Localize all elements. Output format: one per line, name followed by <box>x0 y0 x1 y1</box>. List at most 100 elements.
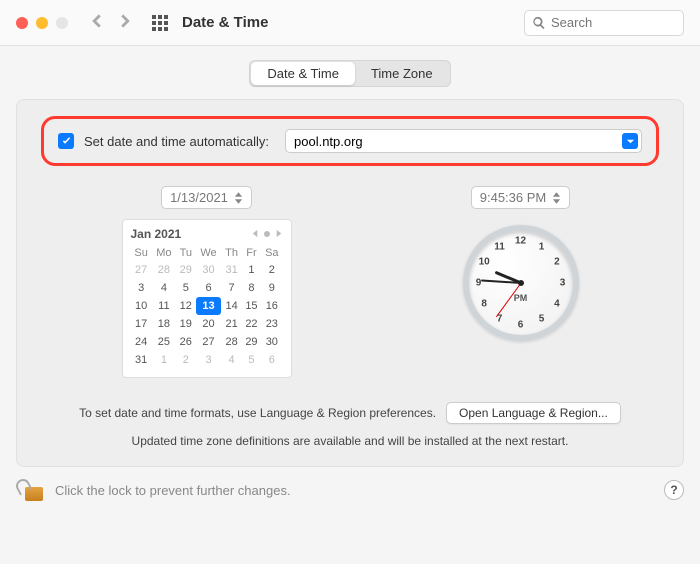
lang-text: To set date and time formats, use Langua… <box>79 406 436 420</box>
clock-numeral: 2 <box>554 257 560 268</box>
cal-next-icon[interactable] <box>274 226 283 241</box>
clock-numeral: 1 <box>539 241 545 252</box>
auto-time-checkbox[interactable] <box>58 133 74 149</box>
lock-text: Click the lock to prevent further change… <box>55 483 291 498</box>
weekday-header: Sa <box>261 245 282 261</box>
calendar-day[interactable]: 14 <box>221 297 241 315</box>
search-input[interactable] <box>524 10 684 36</box>
calendar-day[interactable]: 20 <box>196 315 222 333</box>
minimize-icon[interactable] <box>36 17 48 29</box>
clock-numeral: 8 <box>481 299 487 310</box>
window-title: Date & Time <box>182 14 268 31</box>
clock-numeral: 4 <box>554 299 560 310</box>
chevron-down-icon[interactable] <box>622 133 638 149</box>
calendar-day[interactable]: 26 <box>176 333 196 351</box>
tab-time-zone[interactable]: Time Zone <box>355 62 449 85</box>
settings-panel: Set date and time automatically: 1/13/20… <box>16 99 684 467</box>
calendar-day[interactable]: 11 <box>152 297 176 315</box>
calendar-day[interactable]: 4 <box>152 279 176 297</box>
calendar-day[interactable]: 6 <box>196 279 222 297</box>
calendar-day[interactable]: 13 <box>196 297 222 315</box>
calendar-day[interactable]: 10 <box>131 297 152 315</box>
forward-button[interactable] <box>118 14 132 31</box>
calendar-day[interactable]: 1 <box>242 261 261 279</box>
grid-icon[interactable] <box>152 15 168 31</box>
help-button[interactable]: ? <box>664 480 684 500</box>
analog-clock: PM 121234567891011 <box>463 225 579 341</box>
ntp-server-input[interactable] <box>285 129 642 153</box>
clock-numeral: 11 <box>494 241 505 252</box>
tabs: Date & Time Time Zone <box>16 60 684 87</box>
stepper-arrows-icon[interactable] <box>552 191 561 205</box>
weekday-header: Th <box>221 245 241 261</box>
search-wrap <box>524 10 684 36</box>
tab-date-time[interactable]: Date & Time <box>251 62 355 85</box>
calendar-day[interactable]: 4 <box>221 351 241 369</box>
cal-today-icon[interactable] <box>264 231 270 237</box>
calendar-day[interactable]: 19 <box>176 315 196 333</box>
auto-time-label: Set date and time automatically: <box>84 134 269 149</box>
calendar-day[interactable]: 21 <box>221 315 241 333</box>
calendar-day[interactable]: 8 <box>242 279 261 297</box>
clock-numeral: 10 <box>479 257 490 268</box>
lock-row: Click the lock to prevent further change… <box>0 467 700 501</box>
calendar-day[interactable]: 30 <box>196 261 222 279</box>
calendar-day[interactable]: 1 <box>152 351 176 369</box>
calendar-day[interactable]: 5 <box>176 279 196 297</box>
open-language-region-button[interactable]: Open Language & Region... <box>446 402 621 424</box>
calendar-day[interactable]: 7 <box>221 279 241 297</box>
clock-numeral: 7 <box>497 314 503 325</box>
traffic-lights <box>16 17 68 29</box>
calendar-day[interactable]: 29 <box>176 261 196 279</box>
calendar-month-label: Jan 2021 <box>131 227 182 241</box>
lock-icon[interactable] <box>16 479 43 501</box>
calendar-day[interactable]: 12 <box>176 297 196 315</box>
back-button[interactable] <box>90 14 104 31</box>
calendar-day[interactable]: 31 <box>131 351 152 369</box>
calendar-day[interactable]: 25 <box>152 333 176 351</box>
weekday-header: We <box>196 245 222 261</box>
weekday-header: Fr <box>242 245 261 261</box>
calendar-day[interactable]: 28 <box>152 261 176 279</box>
calendar-day[interactable]: 29 <box>242 333 261 351</box>
calendar-day[interactable]: 27 <box>131 261 152 279</box>
time-stepper[interactable]: 9:45:36 PM <box>471 186 571 209</box>
stepper-arrows-icon[interactable] <box>234 191 243 205</box>
calendar-day[interactable]: 17 <box>131 315 152 333</box>
clock-numeral: 6 <box>518 320 524 331</box>
calendar-day[interactable]: 3 <box>196 351 222 369</box>
calendar-day[interactable]: 6 <box>261 351 282 369</box>
cal-prev-icon[interactable] <box>251 226 260 241</box>
maximize-icon[interactable] <box>56 17 68 29</box>
clock-ampm: PM <box>514 293 528 303</box>
auto-time-row: Set date and time automatically: <box>41 116 659 166</box>
date-stepper[interactable]: 1/13/2021 <box>161 186 252 209</box>
weekday-header: Mo <box>152 245 176 261</box>
weekday-header: Su <box>131 245 152 261</box>
calendar-day[interactable]: 3 <box>131 279 152 297</box>
calendar-day[interactable]: 30 <box>261 333 282 351</box>
nav-back-forward <box>90 14 132 31</box>
calendar-day[interactable]: 27 <box>196 333 222 351</box>
calendar-day[interactable]: 16 <box>261 297 282 315</box>
update-note: Updated time zone definitions are availa… <box>41 434 659 448</box>
clock-numeral: 3 <box>560 278 566 289</box>
titlebar: Date & Time <box>0 0 700 46</box>
calendar-day[interactable]: 24 <box>131 333 152 351</box>
weekday-header: Tu <box>176 245 196 261</box>
calendar-day[interactable]: 28 <box>221 333 241 351</box>
calendar-day[interactable]: 5 <box>242 351 261 369</box>
calendar-day[interactable]: 22 <box>242 315 261 333</box>
clock-numeral: 12 <box>515 236 526 247</box>
close-icon[interactable] <box>16 17 28 29</box>
calendar-day[interactable]: 31 <box>221 261 241 279</box>
calendar-day[interactable]: 2 <box>261 261 282 279</box>
calendar-day[interactable]: 15 <box>242 297 261 315</box>
calendar[interactable]: Jan 2021 SuMoTuWeThFrSa 2728293031123456… <box>122 219 292 378</box>
calendar-day[interactable]: 23 <box>261 315 282 333</box>
ntp-server-field[interactable] <box>285 129 642 153</box>
calendar-day[interactable]: 2 <box>176 351 196 369</box>
calendar-day[interactable]: 9 <box>261 279 282 297</box>
date-column: 1/13/2021 Jan 2021 <box>122 186 292 378</box>
calendar-day[interactable]: 18 <box>152 315 176 333</box>
